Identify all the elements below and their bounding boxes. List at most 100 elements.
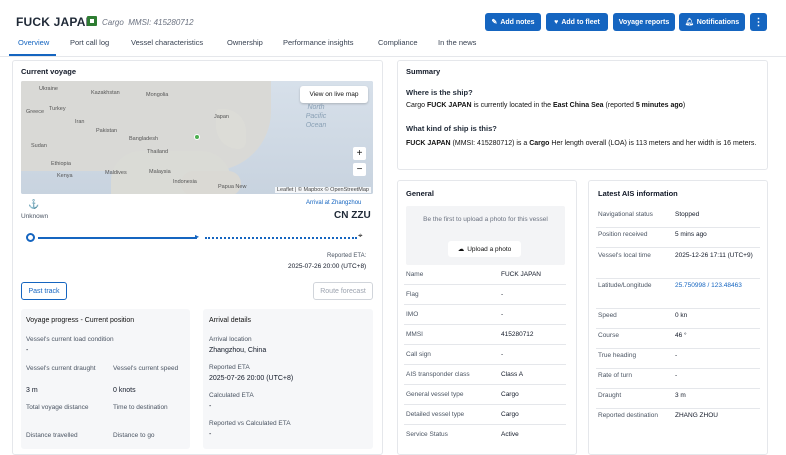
anchor-icon: ⚓	[28, 199, 40, 209]
map-label: Bangladesh	[129, 136, 159, 142]
eta-comparison-label: Reported vs Calculated ETA	[209, 420, 291, 427]
summary-text: (reported	[603, 102, 636, 109]
add-notes-label: Add notes	[500, 18, 535, 26]
ais-field-label: Reported destination	[598, 412, 658, 419]
map-label: Turkey	[49, 106, 66, 112]
summary-report-time: 5 minutes ago	[635, 102, 683, 109]
tab-performance-insights[interactable]: Performance insights	[283, 38, 353, 47]
summary-text: (MMSI: 415280712) is a	[450, 140, 530, 147]
tab-overview[interactable]: Overview	[18, 38, 49, 47]
note-icon: ✎	[491, 19, 498, 26]
tab-compliance[interactable]: Compliance	[378, 38, 418, 47]
row-divider	[596, 278, 760, 279]
summary-text: is currently located in the	[471, 102, 553, 109]
map-label: Thailand	[147, 149, 169, 155]
row-divider	[404, 304, 566, 305]
summary-vessel-name: FUCK JAPAN	[406, 140, 451, 147]
general-field-value: -	[501, 291, 504, 298]
route-forecast-button[interactable]: Route forecast	[313, 282, 373, 300]
row-divider	[596, 388, 760, 389]
ais-field-value: 3 m	[675, 392, 686, 399]
row-divider	[404, 384, 566, 385]
more-menu-button[interactable]: ⋮	[750, 13, 767, 31]
row-divider	[596, 408, 760, 409]
cloud-upload-icon: ☁	[457, 246, 465, 253]
notifications-button[interactable]: 🔔︎ Notifications	[679, 13, 745, 31]
destination-pin-icon: ⌖	[358, 231, 363, 240]
bell-icon: 🔔︎	[684, 19, 694, 26]
arrival-eta-value: 2025-07-26 20:00 (UTC+8)	[209, 375, 294, 382]
summary-text: Cargo	[406, 102, 428, 109]
notifications-label: Notifications	[696, 18, 740, 26]
general-field-label: Flag	[406, 291, 419, 298]
map-label: Malaysia	[149, 169, 171, 175]
upload-photo-button[interactable]: ☁ Upload a photo	[448, 241, 521, 257]
row-divider	[404, 424, 566, 425]
past-track-button[interactable]: Past track	[21, 282, 67, 300]
heart-icon: ♥	[554, 18, 559, 26]
add-to-fleet-button[interactable]: ♥ Add to fleet	[546, 13, 608, 31]
general-field-value: Cargo	[501, 391, 519, 398]
map-attribution[interactable]: Leaflet | © Mapbox © OpenStreetMap	[274, 187, 371, 193]
tab-bar: Overview Port call log Vessel characteri…	[9, 38, 786, 56]
eta-value: 2025-07-26 20:00 (UTC+8)	[288, 263, 367, 270]
progress-line-remaining	[205, 237, 357, 239]
general-title: General	[406, 189, 434, 198]
upload-prompt: Be the first to upload a photo for this …	[423, 216, 548, 223]
tab-in-the-news[interactable]: In the news	[438, 38, 476, 47]
general-field-label: Name	[406, 271, 424, 278]
voyage-reports-label: Voyage reports	[618, 18, 670, 26]
distance-travelled-label: Distance travelled	[26, 432, 78, 439]
view-live-map-button[interactable]: View on live map	[300, 86, 368, 103]
eta-comparison-value: -	[209, 431, 212, 438]
general-field-value: 415280712	[501, 331, 534, 338]
map-label: Sudan	[31, 143, 47, 149]
ocean-label: North Pacific Ocean	[305, 104, 327, 129]
general-field-label: General vessel type	[406, 391, 464, 398]
row-divider	[596, 308, 760, 309]
destination-code: CN ZZU	[334, 210, 371, 221]
ais-field-label: Course	[598, 332, 619, 339]
speed-label: Vessel's current speed	[113, 365, 179, 372]
ais-field-value: 0 kn	[675, 312, 688, 319]
tab-port-call-log[interactable]: Port call log	[70, 38, 109, 47]
voyage-progress-panel	[21, 309, 190, 449]
arrival-details-title: Arrival details	[209, 317, 252, 324]
voyage-reports-button[interactable]: Voyage reports	[613, 13, 675, 31]
map-label: Pakistan	[96, 128, 118, 134]
summary-answer-type: FUCK JAPAN (MMSI: 415280712) is a Cargo …	[406, 138, 761, 149]
row-divider	[596, 368, 760, 369]
ais-field-label: Latitude/Longitude	[598, 282, 652, 289]
add-notes-button[interactable]: ✎ Add notes	[485, 13, 541, 31]
row-divider	[404, 364, 566, 365]
ais-field-label: Speed	[598, 312, 617, 319]
vessel-mmsi: MMSI: 415280712	[128, 18, 194, 27]
general-field-label: Detailed vessel type	[406, 411, 465, 418]
tab-vessel-characteristics[interactable]: Vessel characteristics	[131, 38, 203, 47]
tab-ownership[interactable]: Ownership	[227, 38, 263, 47]
row-divider	[596, 227, 760, 228]
general-field-label: AIS transponder class	[406, 371, 470, 378]
general-field-value: Cargo	[501, 411, 519, 418]
vessel-position-marker[interactable]	[194, 134, 200, 140]
map-label: Kenya	[57, 173, 73, 179]
summary-card	[397, 60, 768, 170]
zoom-out-button[interactable]: −	[353, 163, 366, 176]
general-field-value: FUCK JAPAN	[501, 271, 541, 278]
row-divider	[404, 284, 566, 285]
map-label: Ethiopia	[51, 161, 71, 167]
map-label: Mongolia	[146, 92, 169, 98]
vessel-name: FUCK JAPAN	[16, 15, 95, 29]
arrival-link[interactable]: Arrival at Zhangzhou	[306, 200, 361, 206]
calculated-eta-value: -	[209, 403, 212, 410]
zoom-in-button[interactable]: +	[353, 147, 366, 160]
summary-answer-location: Cargo FUCK JAPAN is currently located in…	[406, 102, 761, 109]
ais-field-label: Position received	[598, 231, 648, 238]
vessel-type: Cargo	[102, 18, 124, 27]
voyage-map[interactable]: Ukraine Kazakhstan Mongolia Greece Turke…	[21, 81, 373, 194]
general-field-value: -	[501, 311, 504, 318]
ais-field-value: 5 mins ago	[675, 231, 707, 238]
progress-arrow-icon: ▸	[195, 232, 200, 241]
tab-divider	[0, 56, 786, 57]
coordinates-link[interactable]: 25.750998 / 123.48463	[675, 281, 761, 291]
